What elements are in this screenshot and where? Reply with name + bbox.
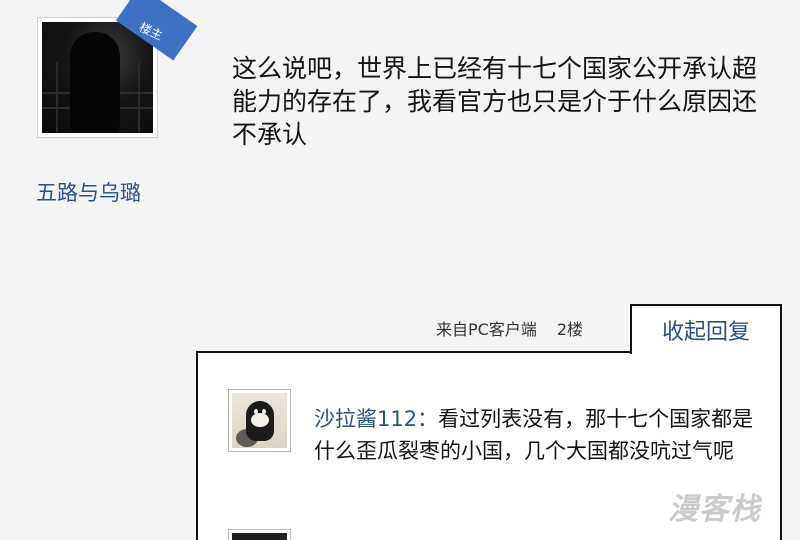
post-source: 来自PC客户端 [436,320,537,339]
watermark-logo: 漫客栈 [668,492,761,527]
reply-username[interactable]: 沙拉酱112： [314,407,438,431]
next-reply-avatar[interactable] [228,529,291,540]
reply-avatar[interactable] [228,389,291,452]
collapse-replies-button[interactable]: 收起回复 [630,304,782,354]
author-avatar-photo [42,22,153,133]
post-floor: 2楼 [556,320,584,339]
post-meta: 来自PC客户端 2楼 [436,316,583,340]
reply-item: 沙拉酱112：看过列表没有，那十七个国家都是什么歪瓜裂枣的小国，几个大国都没吭过… [314,403,764,467]
author-username[interactable]: 五路与乌璐 [36,177,141,207]
post-content: 这么说吧，世界上已经有十七个国家公开承认超能力的存在了，我看官方也只是介于什么原… [232,54,758,149]
reply-avatar-photo [232,393,287,448]
